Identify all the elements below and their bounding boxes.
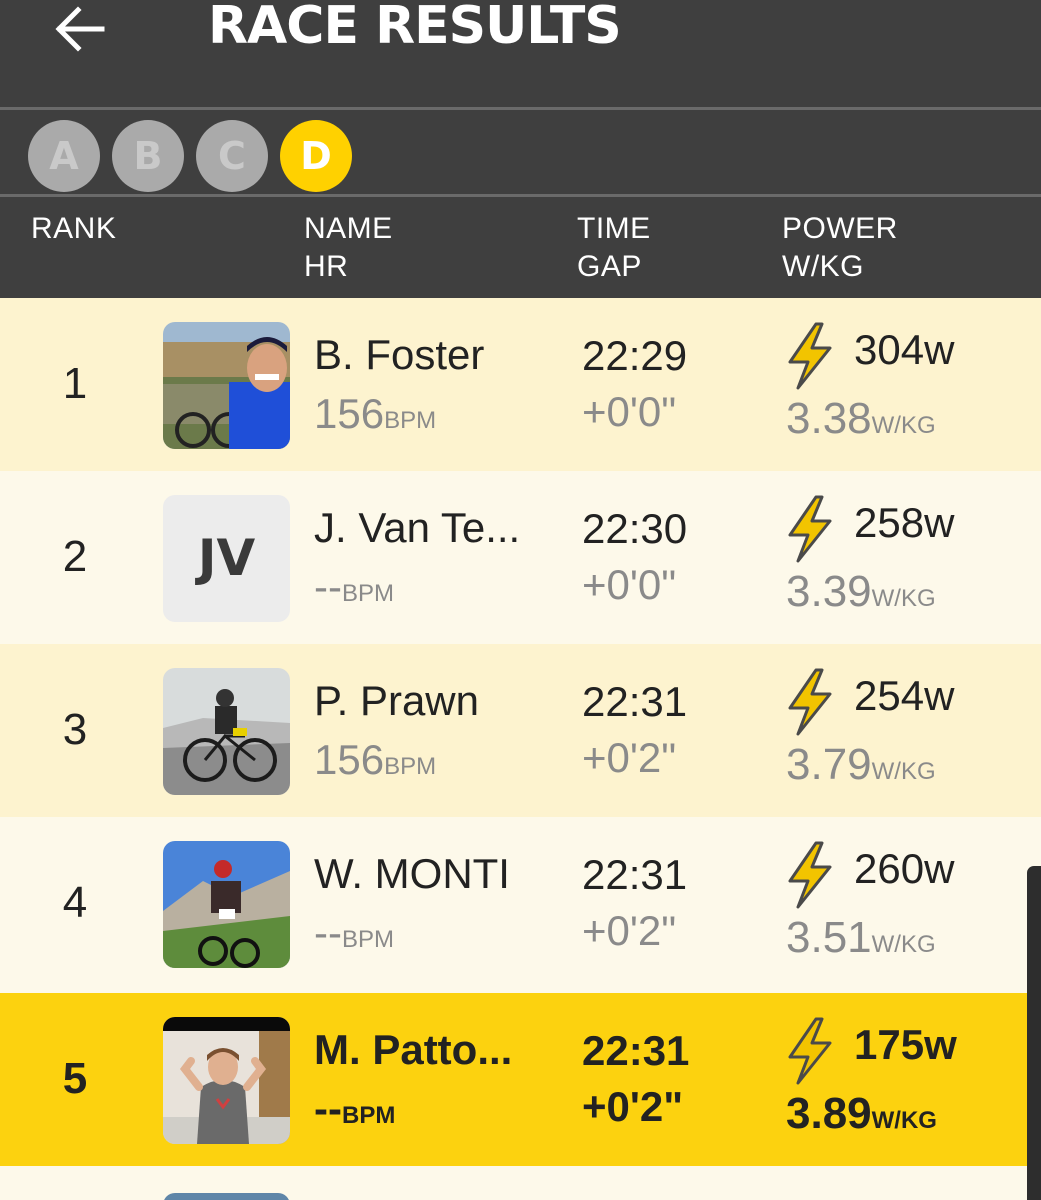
rider-photo-icon xyxy=(163,841,290,968)
rank-column-label: RANK xyxy=(31,212,117,245)
wkg-value: 3.38 xyxy=(786,394,872,443)
avatar xyxy=(163,1193,290,1200)
time-gap: +0'2" xyxy=(582,1083,684,1130)
hr-value: -- xyxy=(314,1085,342,1132)
time-gap: +0'2" xyxy=(582,734,677,781)
result-row-current-user[interactable]: 5 M. Patto... --BPM 22:31 +0'2" 175w 3.8… xyxy=(0,993,1041,1166)
rank: 3 xyxy=(62,705,88,754)
time-gap: +0'0" xyxy=(582,561,677,608)
result-row-partial[interactable] xyxy=(0,1169,1041,1200)
name-column-label: NAME xyxy=(304,212,393,245)
scrollbar[interactable] xyxy=(1027,866,1041,1200)
page-title: RACE RESULTS xyxy=(208,0,622,56)
wkg-value: 3.39 xyxy=(786,567,872,616)
hr-column-label: HR xyxy=(304,250,349,283)
hr-unit: BPM xyxy=(341,580,394,607)
wkg-value: 3.79 xyxy=(786,740,872,789)
rank: 2 xyxy=(62,532,88,581)
time-gap: +0'2" xyxy=(582,907,677,954)
time-gap: +0'0" xyxy=(582,388,677,435)
hr-unit: BPM xyxy=(341,1102,396,1129)
rider-name: W. MONTI xyxy=(314,850,510,897)
rank: 5 xyxy=(62,1054,88,1103)
race-results-screen: RACE RESULTS A B C D RANK NAME HR TIME G… xyxy=(0,0,1041,1200)
top-bar: RACE RESULTS xyxy=(0,0,1041,107)
rider-photo-icon xyxy=(163,322,290,449)
category-a-button[interactable]: A xyxy=(28,120,100,192)
category-selector: A B C D xyxy=(0,110,1041,194)
hr-value: -- xyxy=(314,563,342,610)
hr-value: 156 xyxy=(314,736,385,783)
category-c-button[interactable]: C xyxy=(196,120,268,192)
hr-unit: BPM xyxy=(341,926,394,953)
rider-photo-icon xyxy=(163,1017,290,1144)
race-time: 22:30 xyxy=(582,505,688,552)
category-d-button[interactable]: D xyxy=(280,120,352,192)
wkg-unit: W/KG xyxy=(871,1107,937,1134)
result-row[interactable]: 2 JV J. Van Te... --BPM 22:30 +0'0" 258w… xyxy=(0,471,1041,644)
rider-name: M. Patto... xyxy=(314,1026,513,1073)
rider-name: J. Van Te... xyxy=(314,504,521,551)
avatar[interactable] xyxy=(163,668,290,795)
wkg-value: 3.89 xyxy=(786,1089,872,1138)
lightning-bolt-icon xyxy=(788,841,832,909)
heart-rate: --BPM xyxy=(314,1085,395,1133)
hr-value: -- xyxy=(314,909,342,956)
race-time: 22:29 xyxy=(582,332,688,379)
hr-value: 156 xyxy=(314,390,385,437)
wkg-unit: W/KG xyxy=(871,412,936,439)
power-column-label: POWER xyxy=(782,212,898,245)
race-time: 22:31 xyxy=(582,1027,690,1074)
wkg-unit: W/KG xyxy=(871,931,936,958)
hr-unit: BPM xyxy=(384,407,437,434)
rider-name: P. Prawn xyxy=(314,677,479,724)
race-time: 22:31 xyxy=(582,851,688,898)
category-b-button[interactable]: B xyxy=(112,120,184,192)
power-wkg: 3.39W/KG xyxy=(786,567,936,617)
lightning-bolt-icon xyxy=(788,495,832,563)
arrow-left-icon xyxy=(55,6,105,52)
heart-rate: 156BPM xyxy=(314,736,436,784)
rank: 1 xyxy=(62,359,88,408)
power-wkg: 3.38W/KG xyxy=(786,394,936,444)
heart-rate: --BPM xyxy=(314,563,394,611)
time-column-label: TIME xyxy=(577,212,651,245)
gap-column-label: GAP xyxy=(577,250,642,283)
power-watts: 304w xyxy=(854,326,955,373)
wkg-unit: W/KG xyxy=(871,585,936,612)
lightning-bolt-icon xyxy=(788,1017,832,1085)
power-wkg: 3.89W/KG xyxy=(786,1089,937,1139)
avatar[interactable]: JV xyxy=(163,495,290,622)
heart-rate: --BPM xyxy=(314,909,394,957)
lightning-bolt-icon xyxy=(788,668,832,736)
avatar[interactable] xyxy=(163,1017,290,1144)
column-header: RANK NAME HR TIME GAP POWER W/KG xyxy=(0,197,1041,298)
hr-unit: BPM xyxy=(384,753,437,780)
power-watts: 260w xyxy=(854,845,955,892)
rank: 4 xyxy=(62,878,88,927)
avatar[interactable] xyxy=(163,841,290,968)
wkg-column-label: W/KG xyxy=(782,250,864,283)
power-watts: 254w xyxy=(854,672,955,719)
avatar[interactable] xyxy=(163,322,290,449)
rider-photo-icon xyxy=(163,668,290,795)
lightning-bolt-icon xyxy=(788,322,832,390)
power-watts: 175w xyxy=(854,1021,957,1068)
power-wkg: 3.51W/KG xyxy=(786,913,936,963)
rider-name: B. Foster xyxy=(314,331,485,378)
result-row[interactable]: 3 P. Prawn 156BPM 22:31 +0'2" 254w 3.79W… xyxy=(0,644,1041,817)
back-button[interactable] xyxy=(52,4,108,54)
power-wkg: 3.79W/KG xyxy=(786,740,936,790)
race-time: 22:31 xyxy=(582,678,688,725)
wkg-unit: W/KG xyxy=(871,758,936,785)
wkg-value: 3.51 xyxy=(786,913,872,962)
power-watts: 258w xyxy=(854,499,955,546)
heart-rate: 156BPM xyxy=(314,390,436,438)
result-row[interactable]: 1 B. Foster 156BPM 22:29 +0'0" 304w 3.38… xyxy=(0,298,1041,471)
result-row[interactable]: 4 W. MONTI --BPM 22:31 +0'2" 260w 3.51W/… xyxy=(0,817,1041,990)
